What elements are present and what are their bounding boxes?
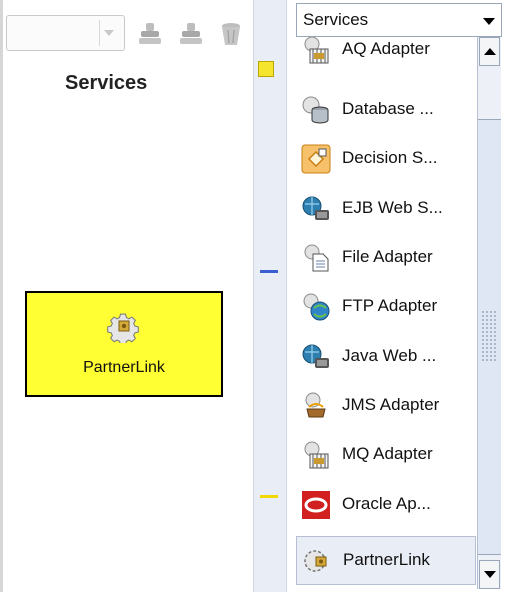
palette-list: AQ Adapter Database ... Decision S... EJ… <box>296 37 476 589</box>
database-icon <box>302 96 329 124</box>
blue-line-marker[interactable] <box>260 270 278 273</box>
mq-adapter-icon <box>304 441 329 469</box>
scroll-down-button[interactable] <box>479 560 500 589</box>
gear-icon <box>107 313 139 343</box>
combo-separator <box>99 20 100 46</box>
scroll-grip <box>481 310 497 362</box>
partnerlink-icon <box>304 550 327 572</box>
scroll-thumb[interactable] <box>478 119 501 555</box>
stamp-icon[interactable] <box>137 21 163 47</box>
component-palette: Services AQ Adapter Database ... Decisio… <box>292 0 505 592</box>
page-title: Services <box>65 72 148 94</box>
design-canvas[interactable]: Services PartnerLink <box>0 0 253 592</box>
ftp-adapter-icon <box>303 293 330 321</box>
palette-item-ftp-adapter[interactable]: FTP Adapter <box>296 283 476 332</box>
palette-item-label: EJB Web S... <box>342 198 443 217</box>
aq-adapter-icon <box>304 37 329 64</box>
trash-icon[interactable] <box>218 21 244 47</box>
palette-item-label: PartnerLink <box>343 550 430 569</box>
overview-gutter[interactable] <box>253 0 287 592</box>
palette-item-label: Java Web ... <box>342 346 437 365</box>
decision-service-icon <box>301 144 331 174</box>
partnerlink-component[interactable]: PartnerLink <box>25 291 223 397</box>
chevron-down-icon[interactable] <box>104 30 114 36</box>
component-label: PartnerLink <box>83 359 165 376</box>
palette-item-ejb-web-service[interactable]: EJB Web S... <box>296 185 476 234</box>
palette-item-label: AQ Adapter <box>342 39 430 58</box>
palette-item-label: JMS Adapter <box>342 395 440 414</box>
stamp-icon[interactable] <box>178 21 204 47</box>
file-adapter-icon <box>304 244 329 272</box>
palette-item-partnerlink[interactable]: PartnerLink <box>296 536 476 585</box>
palette-category-select[interactable]: Services <box>296 3 502 37</box>
scroll-up-button[interactable] <box>479 37 500 66</box>
palette-item-aq-adapter[interactable]: AQ Adapter <box>296 37 476 75</box>
java-web-service-icon <box>302 344 329 368</box>
yellow-square-marker[interactable] <box>258 61 274 77</box>
ejb-web-service-icon <box>302 196 329 220</box>
palette-item-oracle-apps[interactable]: Oracle Ap... <box>296 481 476 530</box>
palette-item-java-web-service[interactable]: Java Web ... <box>296 333 476 382</box>
oracle-apps-icon <box>302 491 330 519</box>
palette-item-label: Oracle Ap... <box>342 494 431 513</box>
palette-item-database[interactable]: Database ... <box>296 86 476 135</box>
canvas-toolbar <box>3 0 256 62</box>
palette-item-label: Database ... <box>342 99 434 118</box>
jms-adapter-icon <box>305 392 326 418</box>
palette-scrollbar[interactable] <box>477 37 501 589</box>
palette-item-label: File Adapter <box>342 247 433 266</box>
palette-item-file-adapter[interactable]: File Adapter <box>296 234 476 283</box>
zoom-combo[interactable] <box>6 15 125 51</box>
chevron-down-icon[interactable] <box>483 18 495 25</box>
palette-item-label: FTP Adapter <box>342 296 438 315</box>
palette-item-jms-adapter[interactable]: JMS Adapter <box>296 382 476 431</box>
yellow-line-marker[interactable] <box>260 495 278 498</box>
palette-item-mq-adapter[interactable]: MQ Adapter <box>296 431 476 480</box>
palette-item-label: MQ Adapter <box>342 444 433 463</box>
palette-item-label: Decision S... <box>342 148 438 167</box>
palette-item-decision-service[interactable]: Decision S... <box>296 135 476 184</box>
palette-category-value: Services <box>303 10 369 29</box>
